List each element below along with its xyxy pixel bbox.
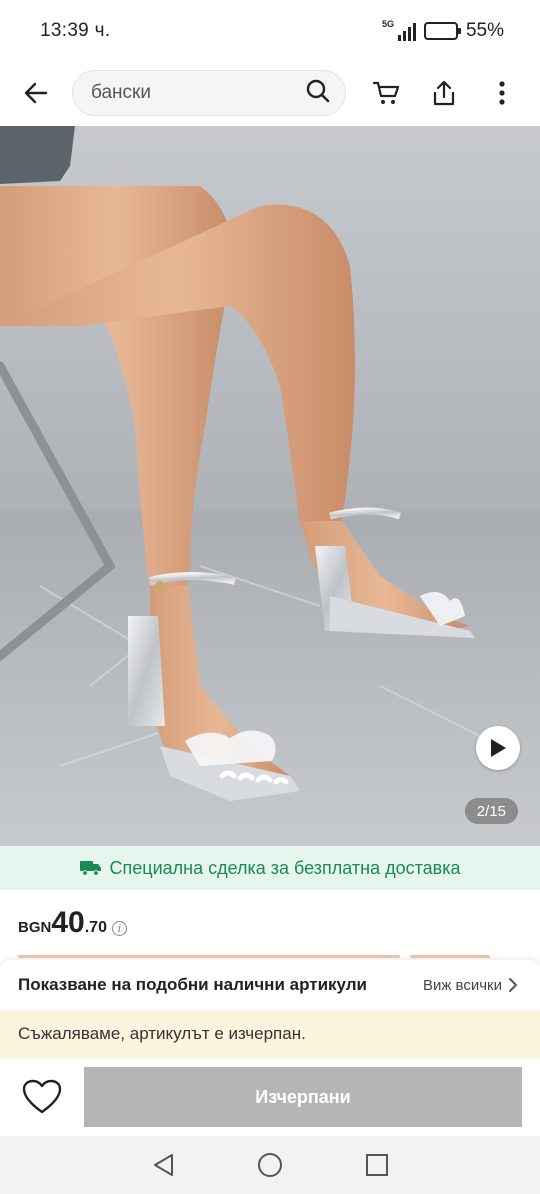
search-input[interactable]: бански xyxy=(72,70,346,116)
search-query: бански xyxy=(91,82,151,103)
similar-items-title: Показване на подобни налични артикули xyxy=(18,975,368,994)
view-all-label: Виж всички xyxy=(422,976,502,994)
top-app-bar: бански xyxy=(0,62,540,124)
play-video-button[interactable] xyxy=(476,726,520,770)
heart-icon[interactable] xyxy=(18,1073,66,1121)
sold-out-button[interactable]: Изчерпани xyxy=(84,1067,522,1127)
system-nav-bar xyxy=(0,1136,540,1194)
price-main: 40 xyxy=(51,906,85,939)
nav-back-icon[interactable] xyxy=(143,1145,183,1185)
signal-icon: 5G xyxy=(381,19,416,41)
info-icon[interactable]: i xyxy=(111,921,127,936)
status-time: 13:39 ч. xyxy=(40,20,111,41)
status-bar: 13:39 ч. 5G 55% xyxy=(0,0,540,62)
divider xyxy=(18,955,400,958)
nav-home-icon[interactable] xyxy=(250,1145,290,1185)
sold-out-notice: Съжаляваме, артикулът е изчерпан. xyxy=(0,1010,540,1058)
view-all-link[interactable]: Виж всички xyxy=(423,977,518,994)
cart-icon[interactable] xyxy=(368,75,404,111)
product-page: 13:39 ч. 5G 55% бански 2/15 Специална сд… xyxy=(0,0,540,1194)
chevron-right-icon xyxy=(509,978,517,992)
bottom-action-bar: Изчерпани xyxy=(0,1058,540,1136)
price: BGN 40 .70 i xyxy=(18,906,127,940)
image-counter: 2/15 xyxy=(464,798,518,824)
play-icon xyxy=(491,739,506,757)
network-type: 5G xyxy=(381,19,394,29)
free-shipping-banner[interactable]: Специална сделка за безплатна доставка xyxy=(0,846,540,890)
search-icon[interactable] xyxy=(305,78,331,109)
price-decimal: .70 xyxy=(84,919,107,936)
truck-icon xyxy=(79,861,101,876)
back-arrow-icon[interactable] xyxy=(18,75,54,111)
nav-recents-icon[interactable] xyxy=(357,1145,397,1185)
more-icon[interactable] xyxy=(484,75,520,111)
divider xyxy=(410,955,490,958)
product-photo xyxy=(0,126,540,846)
price-currency: BGN xyxy=(18,919,52,936)
battery-icon xyxy=(423,22,461,40)
share-icon[interactable] xyxy=(426,75,462,111)
similar-items-header: Показване на подобни налични артикули Ви… xyxy=(0,960,540,1010)
sold-out-message: Съжаляваме, артикулът е изчерпан. xyxy=(18,1024,306,1043)
shipping-text: Специална сделка за безплатна доставка xyxy=(109,857,461,878)
status-indicators: 5G 55% xyxy=(381,19,504,42)
battery-percent: 55% xyxy=(465,20,504,41)
product-image[interactable]: 2/15 xyxy=(0,126,540,846)
